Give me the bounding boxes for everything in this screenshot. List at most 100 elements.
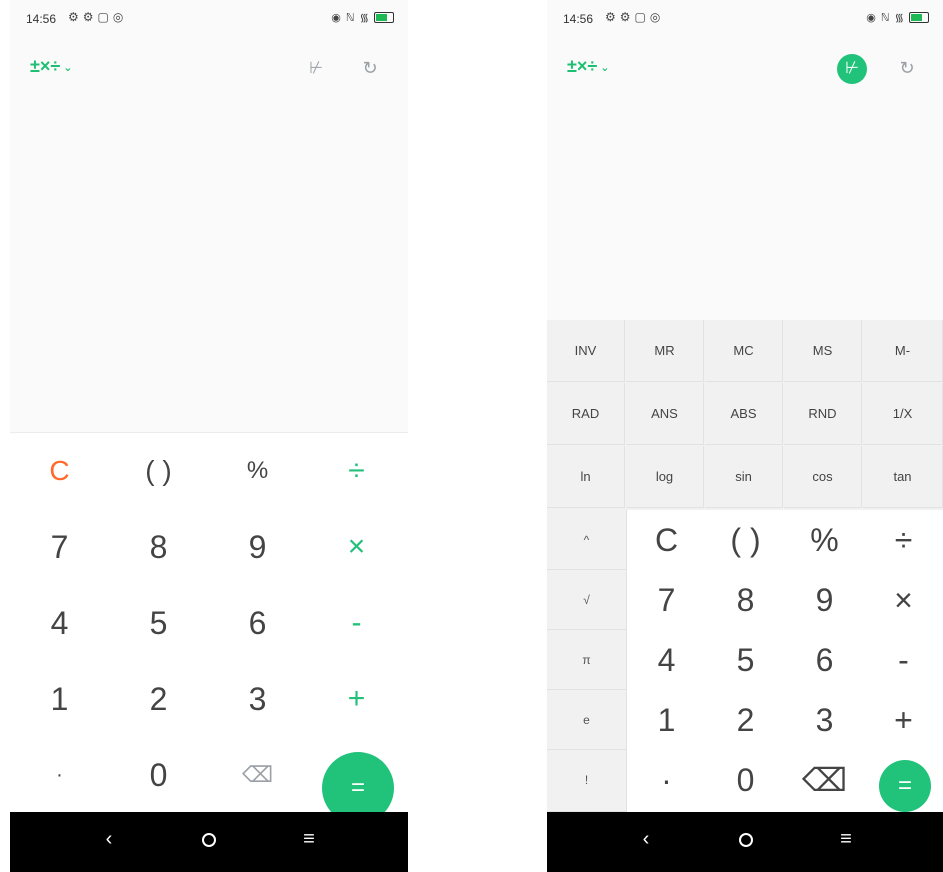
chevron-down-icon: ⌄: [63, 61, 73, 74]
keypad: C ( ) % ÷ 7 8 9 × 4 5 6 - 1 2 3 + · 0 ⌫ …: [10, 432, 408, 824]
network-icon: ℕ: [880, 12, 890, 24]
battery-icon: [374, 12, 394, 23]
toolbar: ±×÷ ⌄ ⊬ ↻: [10, 48, 408, 88]
calculator-screen-scientific: 14:56 ⚙ ⚙ ▢ ◎ ◉ ℕ ᯾ ±×÷ ⌄ ⊬ ↻ INV MR MC M…: [547, 0, 943, 872]
parentheses-button[interactable]: ( ): [109, 433, 208, 509]
digit-9-button[interactable]: 9: [785, 570, 864, 630]
divide-button[interactable]: ÷: [307, 433, 406, 509]
battery-icon: [909, 12, 929, 23]
sin-button[interactable]: sin: [705, 446, 783, 508]
subtract-button[interactable]: -: [864, 630, 943, 690]
mc-button[interactable]: MC: [705, 320, 783, 382]
reciprocal-button[interactable]: 1/X: [863, 383, 943, 445]
tan-button[interactable]: tan: [863, 446, 943, 508]
gallery-icon: ▢: [634, 10, 646, 24]
digit-7-button[interactable]: 7: [10, 509, 109, 585]
digit-5-button[interactable]: 5: [109, 585, 208, 661]
calculator-mode-icon[interactable]: ±×÷ ⌄: [30, 56, 73, 77]
signal-icon: ᯾: [359, 12, 369, 24]
settings-icon: ⚙: [68, 10, 79, 24]
history-icon[interactable]: ↻: [356, 54, 384, 82]
equals-button[interactable]: =: [879, 760, 931, 812]
calculator-mode-icon[interactable]: ±×÷ ⌄: [567, 56, 610, 77]
digit-5-button[interactable]: 5: [706, 630, 785, 690]
toolbar: ±×÷ ⌄ ⊬ ↻: [547, 48, 943, 88]
factorial-button[interactable]: !: [547, 750, 627, 812]
digit-6-button[interactable]: 6: [785, 630, 864, 690]
sqrt-button[interactable]: √: [547, 570, 627, 630]
ans-button[interactable]: ANS: [626, 383, 704, 445]
digit-3-button[interactable]: 3: [785, 690, 864, 750]
abs-button[interactable]: ABS: [705, 383, 783, 445]
digit-0-button[interactable]: 0: [109, 737, 208, 813]
digit-0-button[interactable]: 0: [706, 750, 785, 810]
digit-1-button[interactable]: 1: [627, 690, 706, 750]
location-icon: ◉: [331, 12, 341, 24]
mode-glyph: ±×÷: [30, 56, 61, 76]
ms-button[interactable]: MS: [784, 320, 862, 382]
ln-button[interactable]: ln: [547, 446, 625, 508]
digit-3-button[interactable]: 3: [208, 661, 307, 737]
status-time: 14:56: [26, 12, 57, 26]
euler-button[interactable]: e: [547, 690, 627, 750]
percent-button[interactable]: %: [785, 510, 864, 570]
log-button[interactable]: log: [626, 446, 704, 508]
percent-button[interactable]: %: [208, 433, 307, 509]
status-left-icons: ⚙ ⚙ ▢ ◎: [605, 10, 660, 24]
settings-icon: ⚙: [619, 10, 631, 24]
back-icon[interactable]: ‹: [94, 828, 124, 851]
keypad: C ( ) % ÷ 7 8 9 × 4 5 6 - 1 2 3 + · 0 ⌫ …: [627, 510, 943, 812]
home-icon[interactable]: [194, 828, 224, 853]
status-right-icons: ◉ ℕ ᯾: [866, 10, 929, 25]
app-icon: ◎: [649, 10, 661, 24]
digit-8-button[interactable]: 8: [706, 570, 785, 630]
add-button[interactable]: +: [864, 690, 943, 750]
recents-icon[interactable]: ≡: [294, 828, 324, 851]
pi-button[interactable]: π: [547, 630, 627, 690]
scientific-toggle-icon[interactable]: ⊬: [837, 54, 867, 84]
mr-button[interactable]: MR: [626, 320, 704, 382]
digit-4-button[interactable]: 4: [627, 630, 706, 690]
parentheses-button[interactable]: ( ): [706, 510, 785, 570]
digit-6-button[interactable]: 6: [208, 585, 307, 661]
add-button[interactable]: +: [307, 661, 406, 737]
subtract-button[interactable]: -: [307, 585, 406, 661]
digit-2-button[interactable]: 2: [109, 661, 208, 737]
multiply-button[interactable]: ×: [864, 570, 943, 630]
divide-button[interactable]: ÷: [864, 510, 943, 570]
rad-button[interactable]: RAD: [547, 383, 625, 445]
digit-1-button[interactable]: 1: [10, 661, 109, 737]
status-bar: 14:56 ⚙ ⚙ ▢ ◎ ◉ ℕ ᯾: [10, 0, 408, 38]
status-left-icons: ⚙ ⚙ ▢ ◎: [68, 10, 123, 24]
digit-9-button[interactable]: 9: [208, 509, 307, 585]
clear-button[interactable]: C: [10, 433, 109, 509]
network-icon: ℕ: [345, 12, 355, 24]
history-icon[interactable]: ↻: [893, 54, 921, 82]
digit-7-button[interactable]: 7: [627, 570, 706, 630]
scientific-toggle-icon[interactable]: ⊬: [301, 54, 331, 84]
rnd-button[interactable]: RND: [784, 383, 862, 445]
recents-icon[interactable]: ≡: [831, 828, 861, 851]
status-bar: 14:56 ⚙ ⚙ ▢ ◎ ◉ ℕ ᯾: [547, 0, 943, 38]
inv-button[interactable]: INV: [547, 320, 625, 382]
settings-icon: ⚙: [82, 10, 94, 24]
digit-8-button[interactable]: 8: [109, 509, 208, 585]
status-right-icons: ◉ ℕ ᯾: [331, 10, 394, 25]
scientific-side-column: ^ √ π e !: [547, 510, 627, 812]
decimal-button[interactable]: ·: [10, 737, 109, 813]
backspace-icon[interactable]: ⌫: [208, 737, 307, 813]
settings-icon: ⚙: [605, 10, 616, 24]
home-icon[interactable]: [731, 828, 761, 853]
back-icon[interactable]: ‹: [631, 828, 661, 851]
scientific-panel: INV MR MC MS M- RAD ANS ABS RND 1/X ln l…: [547, 320, 943, 510]
backspace-icon[interactable]: ⌫: [785, 750, 864, 810]
status-time: 14:56: [563, 12, 594, 26]
digit-2-button[interactable]: 2: [706, 690, 785, 750]
digit-4-button[interactable]: 4: [10, 585, 109, 661]
m-minus-button[interactable]: M-: [863, 320, 943, 382]
decimal-button[interactable]: ·: [627, 750, 706, 810]
power-button[interactable]: ^: [547, 510, 627, 570]
cos-button[interactable]: cos: [784, 446, 862, 508]
multiply-button[interactable]: ×: [307, 509, 406, 585]
clear-button[interactable]: C: [627, 510, 706, 570]
